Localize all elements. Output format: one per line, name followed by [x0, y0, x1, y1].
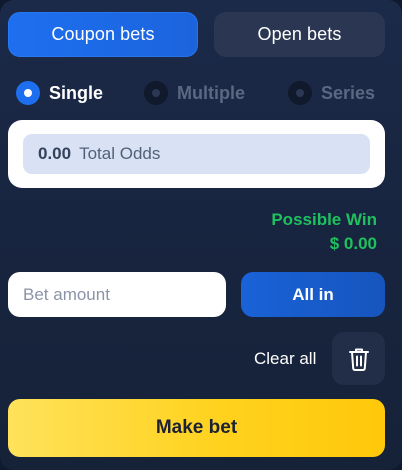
bet-type-single[interactable]: Single — [16, 80, 103, 106]
bet-type-series[interactable]: Series — [288, 80, 375, 106]
total-odds-field: 0.00 Total Odds — [23, 134, 370, 174]
tab-coupon-bets-label: Coupon bets — [51, 24, 155, 44]
make-bet-button[interactable]: Make bet — [8, 399, 385, 457]
bet-slip-panel: Coupon bets Open bets Single Multiple Se… — [0, 0, 402, 470]
bet-type-multiple[interactable]: Multiple — [144, 80, 245, 106]
radio-dot-icon — [296, 89, 304, 97]
delete-button[interactable] — [332, 332, 385, 385]
total-odds-label: Total Odds — [79, 144, 161, 163]
tab-open-bets[interactable]: Open bets — [214, 12, 385, 57]
radio-single[interactable] — [16, 81, 40, 105]
bet-type-single-label: Single — [49, 82, 104, 103]
bet-type-selector: Single Multiple Series — [16, 80, 386, 106]
clear-all-button[interactable]: Clear all — [254, 347, 316, 371]
odds-card: 0.00 Total Odds — [8, 120, 385, 188]
all-in-label: All in — [292, 284, 334, 304]
possible-win-label: Possible Win — [271, 210, 377, 229]
tab-coupon-bets[interactable]: Coupon bets — [8, 12, 198, 57]
tab-open-bets-label: Open bets — [257, 24, 342, 44]
radio-dot-icon — [24, 89, 32, 97]
all-in-button[interactable]: All in — [241, 272, 385, 317]
total-odds-value: 0.00 — [38, 144, 72, 163]
bet-tabs: Coupon bets Open bets — [8, 12, 385, 57]
radio-series[interactable] — [288, 81, 312, 105]
radio-dot-icon — [152, 89, 160, 97]
bet-type-series-label: Series — [321, 82, 376, 103]
possible-win-amount: $ 0.00 — [329, 234, 377, 253]
bet-amount-input[interactable] — [8, 272, 226, 317]
possible-win: Possible Win $ 0.00 — [271, 208, 377, 256]
bet-type-multiple-label: Multiple — [177, 82, 245, 103]
trash-icon — [348, 348, 369, 371]
make-bet-label: Make bet — [155, 417, 238, 438]
radio-multiple[interactable] — [144, 81, 168, 105]
